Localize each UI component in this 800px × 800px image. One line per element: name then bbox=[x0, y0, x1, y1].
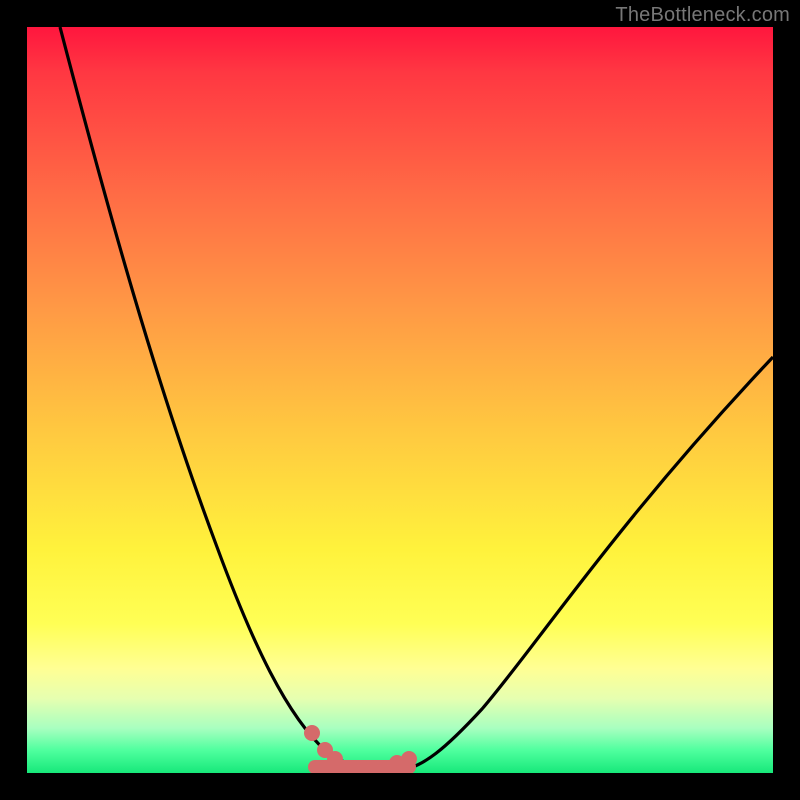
gradient-plot-area bbox=[27, 27, 773, 773]
watermark-label: TheBottleneck.com bbox=[615, 4, 790, 27]
